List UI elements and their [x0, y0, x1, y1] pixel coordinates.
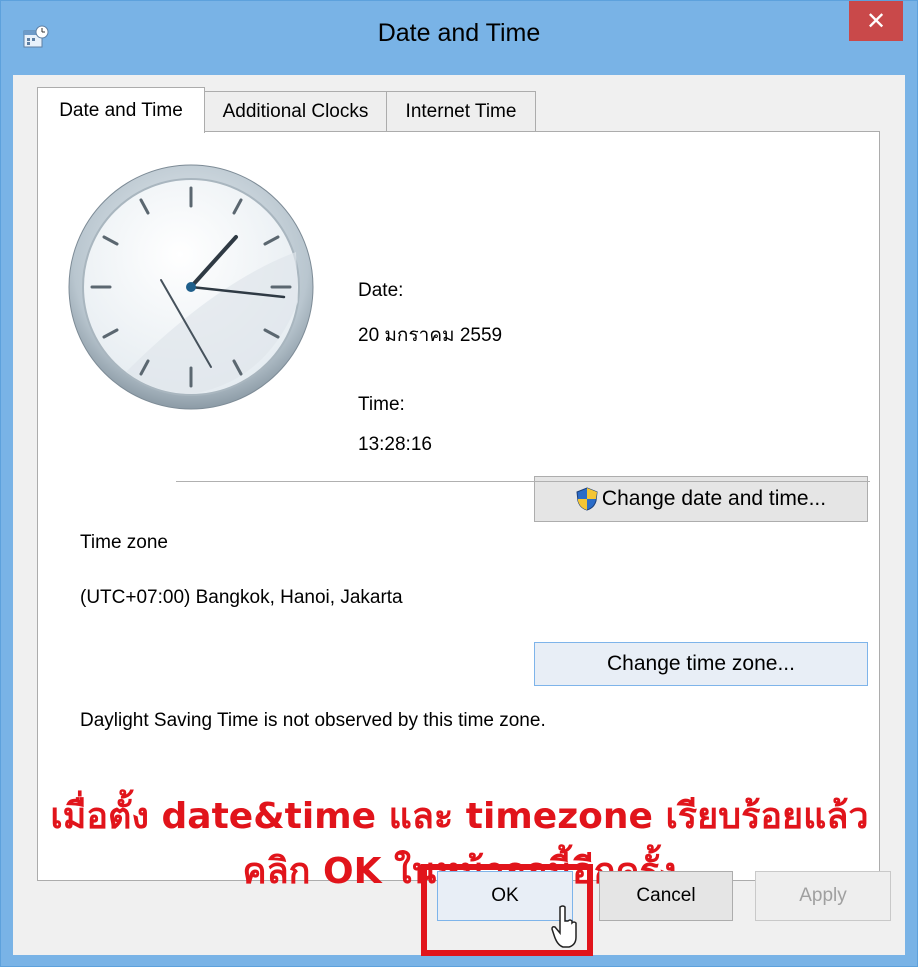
date-label: Date:: [358, 280, 404, 301]
mouse-cursor-icon: [551, 905, 577, 948]
annotation-line-1: เมื่อตั้ง date&time และ timezone เรียบร้…: [50, 796, 869, 837]
time-zone-value: (UTC+07:00) Bangkok, Hanoi, Jakarta: [80, 587, 403, 608]
date-value: 20 มกราคม 2559: [358, 325, 503, 346]
apply-button[interactable]: Apply: [755, 871, 891, 921]
tab-additional-clocks[interactable]: Additional Clocks: [204, 91, 387, 131]
change-date-and-time-label: Change date and time...: [601, 487, 827, 510]
window-title: Date and Time: [377, 19, 541, 47]
date-time-dialog: Date and Time ✕ Date and Time Additional…: [0, 0, 918, 967]
tab-internet-time[interactable]: Internet Time: [386, 91, 536, 131]
time-zone-divider: [176, 481, 870, 482]
dialog-body: Date and Time Additional Clocks Internet…: [13, 75, 905, 956]
analog-clock-icon: [68, 164, 314, 410]
title-bar[interactable]: Date and Time ✕: [1, 1, 917, 75]
cancel-button[interactable]: Cancel: [599, 871, 733, 921]
time-value: 13:28:16: [358, 434, 432, 455]
dst-note: Daylight Saving Time is not observed by …: [80, 710, 546, 731]
uac-shield-icon: [576, 487, 598, 511]
change-time-zone-button[interactable]: Change time zone...: [534, 642, 868, 686]
time-zone-heading: Time zone: [80, 532, 168, 553]
date-time-panel: Date: 20 มกราคม 2559 Time: 13:28:16 Chan…: [37, 131, 880, 892]
change-date-and-time-button[interactable]: Change date and time...: [534, 476, 868, 522]
time-label: Time:: [358, 394, 405, 415]
tab-date-and-time[interactable]: Date and Time: [37, 87, 205, 133]
close-button[interactable]: ✕: [849, 1, 903, 41]
